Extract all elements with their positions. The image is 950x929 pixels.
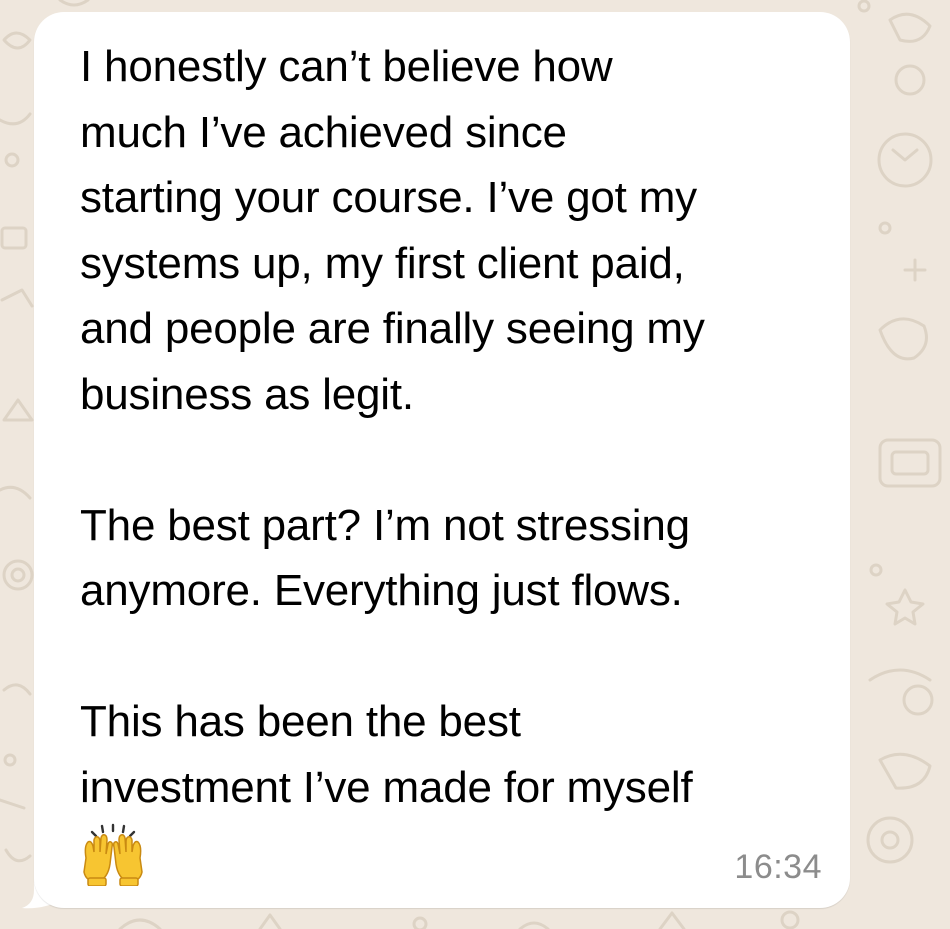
message-paragraph: I honestly can’t believe how much I’ve a…: [80, 42, 705, 419]
message-text: I honestly can’t believe how much I’ve a…: [80, 34, 830, 820]
raising-hands-emoji-icon: [83, 823, 143, 886]
message-paragraph: The best part? I’m not stressing anymore…: [80, 500, 690, 616]
message-timestamp: 16:34: [734, 848, 822, 886]
message-paragraph: This has been the best investment I’ve m…: [80, 697, 693, 812]
